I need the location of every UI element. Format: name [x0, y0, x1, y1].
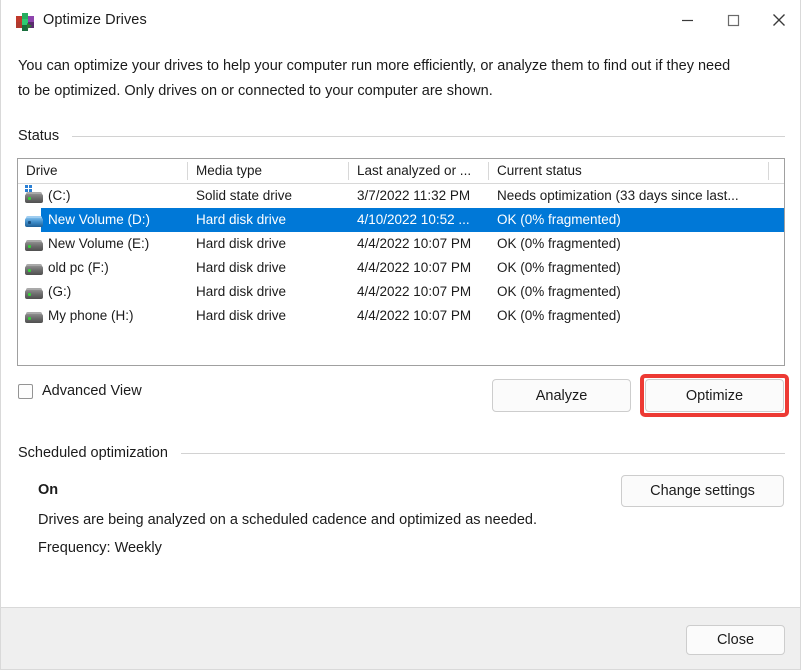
cell-last-analyzed: 4/4/2022 10:07 PM: [349, 280, 488, 304]
cell-media-type: Hard disk drive: [188, 256, 349, 280]
scheduled-group-header: Scheduled optimization: [18, 445, 785, 461]
table-row[interactable]: My phone (H:)Hard disk drive4/4/2022 10:…: [18, 304, 784, 328]
cell-last-analyzed: 4/4/2022 10:07 PM: [349, 256, 488, 280]
column-header-current-status[interactable]: Current status: [489, 159, 768, 183]
table-row[interactable]: New Volume (D:)Hard disk drive4/10/2022 …: [18, 208, 784, 232]
cell-drive: (C:): [18, 184, 188, 208]
cell-media-type: Hard disk drive: [188, 232, 349, 256]
cell-current-status: OK (0% fragmented): [489, 304, 784, 328]
intro-text: You can optimize your drives to help you…: [18, 54, 744, 104]
column-header-last-analyzed[interactable]: Last analyzed or ...: [349, 159, 488, 183]
close-icon[interactable]: [756, 0, 801, 40]
column-header-drive[interactable]: Drive: [18, 159, 188, 183]
drive-list-header: Drive Media type Last analyzed or ... Cu…: [18, 159, 784, 184]
table-row[interactable]: New Volume (E:)Hard disk drive4/4/2022 1…: [18, 232, 784, 256]
status-group-rule: [72, 136, 785, 137]
cell-current-status: OK (0% fragmented): [489, 280, 784, 304]
cell-drive: New Volume (D:): [18, 208, 188, 232]
minimize-icon[interactable]: [664, 0, 710, 40]
cell-drive: My phone (H:): [18, 304, 188, 328]
table-row[interactable]: (G:)Hard disk drive4/4/2022 10:07 PMOK (…: [18, 280, 784, 304]
footer-bar: [1, 607, 801, 670]
cell-last-analyzed: 3/7/2022 11:32 PM: [349, 184, 488, 208]
column-header-media-type[interactable]: Media type: [188, 159, 349, 183]
optimize-button[interactable]: Optimize: [645, 379, 784, 412]
advanced-view-label: Advanced View: [42, 383, 142, 399]
drive-list[interactable]: Drive Media type Last analyzed or ... Cu…: [17, 158, 785, 366]
cell-drive: New Volume (E:): [18, 232, 188, 256]
table-row[interactable]: (C:)Solid state drive3/7/2022 11:32 PMNe…: [18, 184, 784, 208]
window-title: Optimize Drives: [43, 12, 147, 28]
cell-current-status: Needs optimization (33 days since last..…: [489, 184, 784, 208]
analyze-button[interactable]: Analyze: [492, 379, 631, 412]
title-bar: Optimize Drives: [1, 0, 801, 40]
cell-media-type: Hard disk drive: [188, 208, 349, 232]
change-settings-button[interactable]: Change settings: [621, 475, 784, 507]
cell-media-type: Hard disk drive: [188, 280, 349, 304]
table-row[interactable]: old pc (F:)Hard disk drive4/4/2022 10:07…: [18, 256, 784, 280]
close-button[interactable]: Close: [686, 625, 785, 655]
status-group-header: Status: [18, 128, 785, 144]
window-controls: [664, 0, 801, 40]
scheduled-group-label: Scheduled optimization: [18, 445, 168, 461]
cell-last-analyzed: 4/4/2022 10:07 PM: [349, 232, 488, 256]
cell-last-analyzed: 4/4/2022 10:07 PM: [349, 304, 488, 328]
cell-drive: (G:): [18, 280, 188, 304]
defrag-icon: [16, 12, 33, 29]
cell-last-analyzed: 4/10/2022 10:52 ...: [349, 208, 488, 232]
schedule-frequency: Frequency: Weekly: [38, 540, 162, 556]
cell-current-status: OK (0% fragmented): [489, 208, 784, 232]
checkbox-box[interactable]: [18, 384, 33, 399]
schedule-description: Drives are being analyzed on a scheduled…: [38, 512, 537, 528]
cell-current-status: OK (0% fragmented): [489, 232, 784, 256]
cell-drive: old pc (F:): [18, 256, 188, 280]
advanced-view-checkbox[interactable]: Advanced View: [18, 383, 142, 399]
column-separator[interactable]: [768, 162, 769, 180]
scheduled-group-rule: [181, 453, 785, 454]
cell-current-status: OK (0% fragmented): [489, 256, 784, 280]
drive-list-body: (C:)Solid state drive3/7/2022 11:32 PMNe…: [18, 184, 784, 328]
optimize-drives-window: Optimize Drives You can optimize your dr…: [0, 0, 801, 670]
maximize-icon[interactable]: [710, 0, 756, 40]
schedule-state: On: [38, 482, 58, 498]
cell-media-type: Solid state drive: [188, 184, 349, 208]
status-group-label: Status: [18, 128, 59, 144]
cell-media-type: Hard disk drive: [188, 304, 349, 328]
